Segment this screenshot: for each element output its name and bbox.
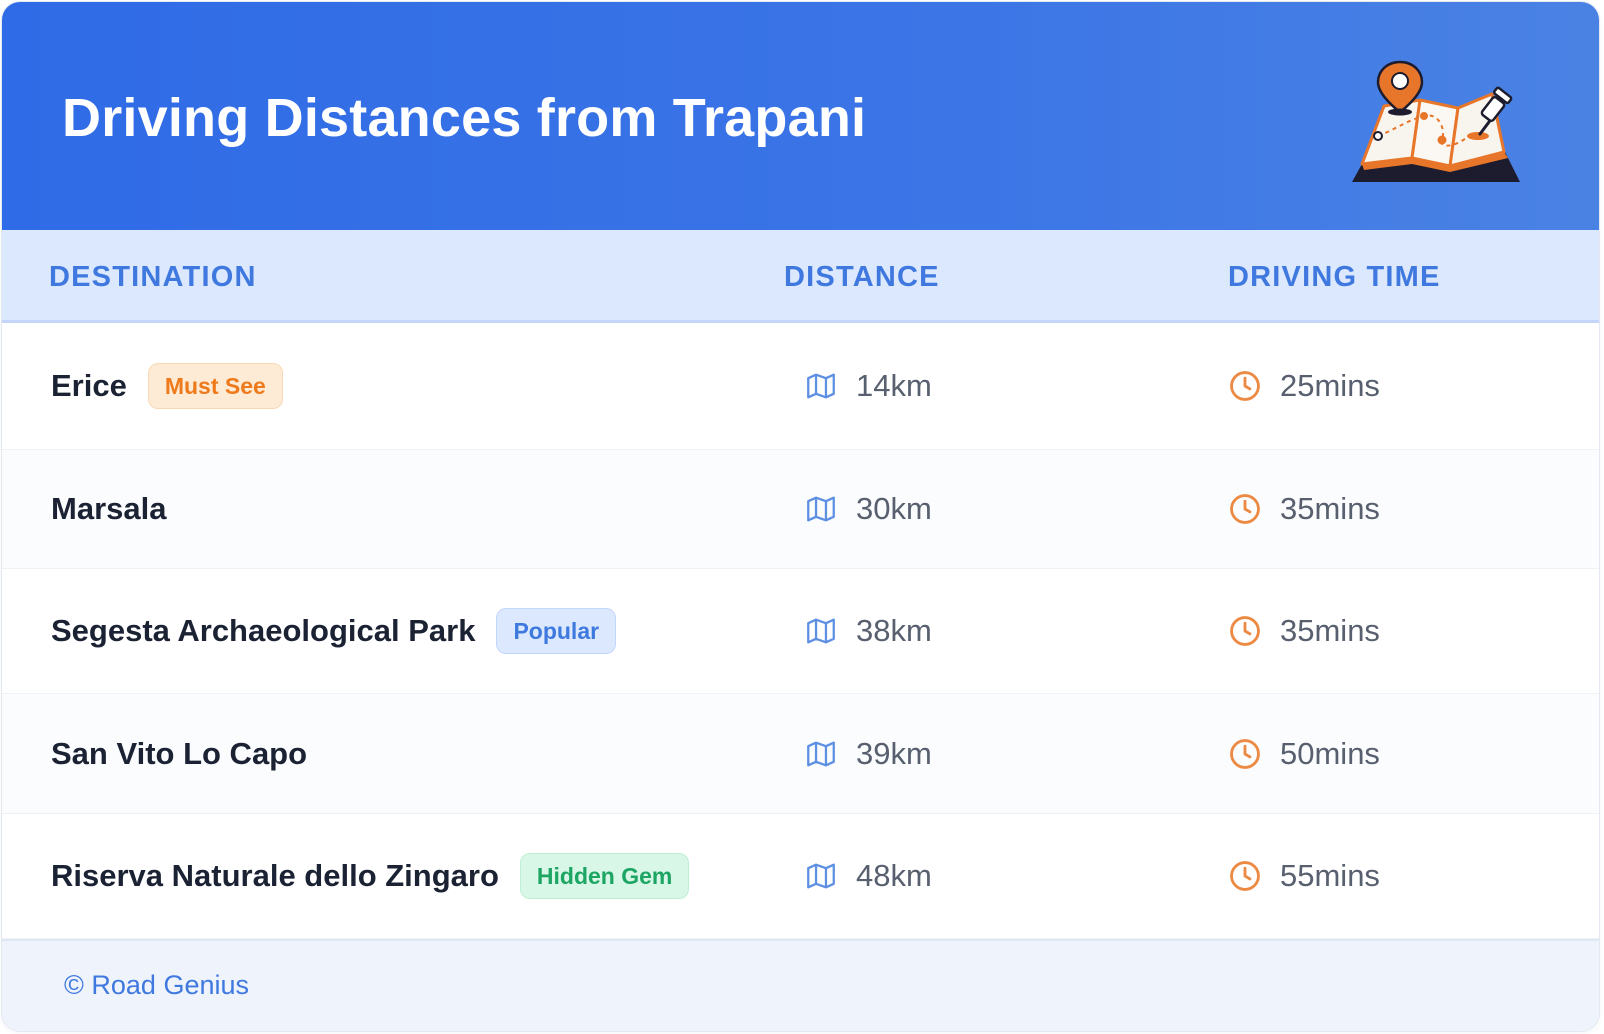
destination-cell: Riserva Naturale dello Zingaro Hidden Ge… [51,814,690,938]
clock-icon [1230,371,1260,401]
destination-name: San Vito Lo Capo [51,735,308,771]
destination-cell: Erice Must See [51,323,283,449]
distance-value: 48km [856,858,932,893]
map-icon [807,618,835,644]
time-cell: 55mins [1228,814,1380,938]
distance-cell: 38km [804,569,932,693]
table-header: Driving Distances from Trapani [2,2,1599,230]
clock-icon [1230,738,1260,769]
table-row[interactable]: Erice Must See 14km 25mins [2,323,1599,450]
destination-name: Segesta Archaeological Park [51,613,476,648]
time-cell: 25mins [1228,323,1380,449]
distance-cell: 30km [804,450,932,568]
copyright-text[interactable]: © Road Genius [64,968,249,1002]
time-value: 35mins [1280,613,1380,648]
distance-value: 39km [856,735,932,771]
table-row[interactable]: Marsala 30km 35mins [2,450,1599,569]
map-icon [807,863,835,889]
distance-table-card: Driving Distances from Trapani DESTINATI… [2,2,1599,1031]
distance-cell: 48km [804,814,932,938]
destination-cell: Marsala [51,450,166,568]
page-title: Driving Distances from Trapani [62,88,867,148]
column-header-driving-time[interactable]: DRIVING TIME [1228,260,1441,294]
distance-cell: 14km [804,323,932,449]
clock-icon [1230,494,1260,524]
destination-name: Marsala [51,491,167,526]
time-value: 25mins [1280,368,1380,403]
map-icon [807,496,835,522]
hidden-gem-badge: Hidden Gem [519,853,690,899]
map-icon [807,741,835,766]
must-see-badge: Must See [147,363,283,409]
popular-badge: Popular [496,608,617,654]
clock-icon [1230,861,1260,891]
distance-cell: 39km [804,694,932,813]
table-row[interactable]: Riserva Naturale dello Zingaro Hidden Ge… [2,814,1599,939]
time-value: 50mins [1280,735,1380,771]
clock-icon [1230,616,1260,646]
time-value: 35mins [1280,491,1380,526]
distance-value: 14km [856,368,932,403]
table-row[interactable]: Segesta Archaeological Park Popular 38km… [2,569,1599,694]
time-cell: 35mins [1228,450,1380,568]
time-cell: 35mins [1228,569,1380,693]
destination-cell: Segesta Archaeological Park Popular [51,569,617,693]
column-header-row: DESTINATION DISTANCE DRIVING TIME [2,230,1599,323]
time-value: 55mins [1280,858,1380,893]
destination-name: Riserva Naturale dello Zingaro [51,858,499,893]
time-cell: 50mins [1228,694,1380,813]
table-row[interactable]: San Vito Lo Capo 39km 50mins [2,694,1599,814]
destination-cell: San Vito Lo Capo [51,694,307,813]
distance-value: 38km [856,613,932,648]
destination-name: Erice [51,368,127,403]
map-icon [807,373,835,399]
column-header-distance[interactable]: DISTANCE [784,260,940,294]
distance-value: 30km [856,491,932,526]
column-header-destination[interactable]: DESTINATION [49,260,257,294]
table-footer: © Road Genius [2,939,1599,1031]
map-with-pins-icon [1352,60,1520,182]
table-body: Erice Must See 14km 25mins Marsala 30km [2,323,1599,939]
